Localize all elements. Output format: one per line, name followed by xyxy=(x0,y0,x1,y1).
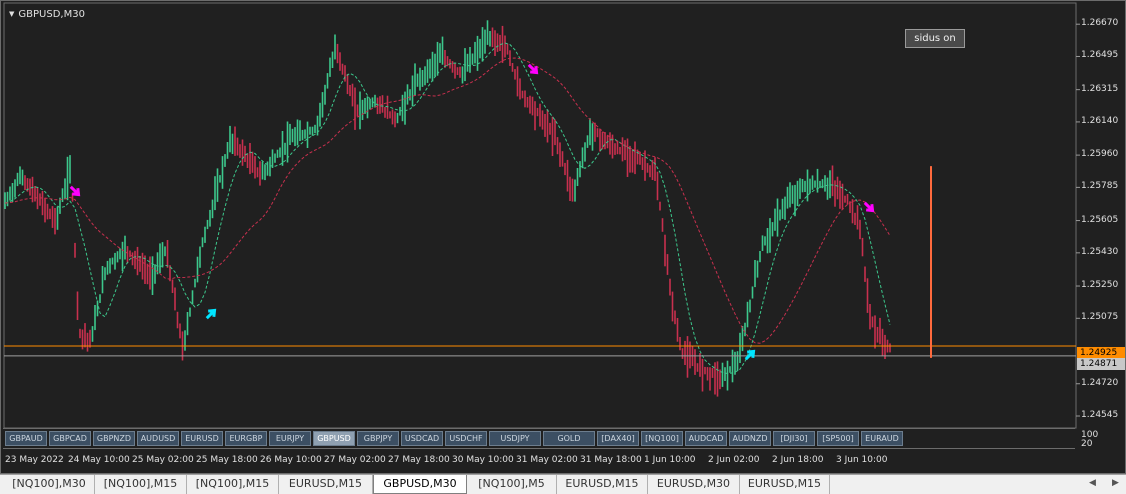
price-axis-label: 1.25250 xyxy=(1081,280,1119,291)
arrow-left-icon[interactable]: ◀ xyxy=(1089,478,1096,488)
symbol-button-gbpcad[interactable]: GBPCAD xyxy=(49,431,91,446)
symbol-button-bar: GBPAUD GBPCAD GBPNZD AUDUSD EURUSD EURGBP EURJ… xyxy=(5,431,905,446)
time-axis-label: 25 May 18:00 xyxy=(196,455,258,465)
symbol-button-usdchf[interactable]: USDCHF xyxy=(445,431,487,446)
chart-tab[interactable]: [NQ100],M15 xyxy=(187,475,279,494)
symbol-button-euraud[interactable]: EURAUD xyxy=(861,431,903,446)
chart-tab[interactable]: GBPUSD,M30 xyxy=(373,475,467,494)
price-axis-label: 1.25430 xyxy=(1081,246,1119,257)
chart-tab[interactable]: EURUSD,M15 xyxy=(740,475,830,494)
symbol-button-gold[interactable]: GOLD xyxy=(543,431,595,446)
time-axis-label: 27 May 02:00 xyxy=(324,455,386,465)
price-axis-label: 1.25605 xyxy=(1081,214,1119,225)
buy-signal-arrow xyxy=(205,308,217,320)
symbol-button-gbpusd[interactable]: GBPUSD xyxy=(313,431,355,446)
price-axis-label: 1.25075 xyxy=(1081,312,1119,323)
price-axis-label: 1.26495 xyxy=(1081,50,1119,61)
slow-ma-line xyxy=(4,57,891,344)
time-axis-label: 31 May 18:00 xyxy=(580,455,642,465)
symbol-button-eurjpy[interactable]: EURJPY xyxy=(269,431,311,446)
time-axis-label: 2 Jun 02:00 xyxy=(708,455,760,465)
symbol-button-gbpnzd[interactable]: GBPNZD xyxy=(93,431,135,446)
crosshair-price-tag: 1.24871 xyxy=(1077,358,1125,370)
chart-tab[interactable]: EURUSD,M15 xyxy=(557,475,648,494)
sidus-toggle-button[interactable]: sidus on xyxy=(905,29,965,48)
price-axis-label: 1.25785 xyxy=(1081,181,1119,192)
price-axis-label: 1.24720 xyxy=(1081,377,1119,388)
indicator-level-low: 20 xyxy=(1081,439,1093,449)
time-axis-label: 2 Jun 18:00 xyxy=(772,455,824,465)
chart-tab[interactable]: [NQ100],M5 xyxy=(467,475,557,494)
symbol-button-sp500[interactable]: [SP500] xyxy=(817,431,859,446)
time-axis-label: 3 Jun 10:00 xyxy=(836,455,888,465)
symbol-button-usdcad[interactable]: USDCAD xyxy=(401,431,443,446)
time-axis-label: 25 May 02:00 xyxy=(132,455,194,465)
triangle-down-icon[interactable]: ▼ xyxy=(9,10,14,18)
symbol-button-eurusd[interactable]: EURUSD xyxy=(181,431,223,446)
price-axis-label: 1.26670 xyxy=(1081,18,1119,29)
symbol-button-dax40[interactable]: [DAX40] xyxy=(597,431,639,446)
buy-signal-arrow xyxy=(744,349,756,361)
price-axis-label: 1.24545 xyxy=(1081,410,1119,420)
time-axis-label: 24 May 10:00 xyxy=(68,455,130,465)
symbol-button-eurgbp[interactable]: EURGBP xyxy=(225,431,267,446)
symbol-button-gbpjpy[interactable]: GBPJPY xyxy=(357,431,399,446)
plot-frame xyxy=(3,2,1077,429)
symbol-button-usdjpy[interactable]: USDJPY xyxy=(489,431,541,446)
chart-tab[interactable]: EURUSD,M30 xyxy=(648,475,740,494)
symbol-button-audnzd[interactable]: AUDNZD xyxy=(729,431,771,446)
symbol-button-dji30[interactable]: [DJI30] xyxy=(773,431,815,446)
price-axis-label: 1.26315 xyxy=(1081,83,1119,94)
time-axis-label: 30 May 10:00 xyxy=(452,455,514,465)
time-axis-label: 1 Jun 10:00 xyxy=(644,455,696,465)
chart-tab[interactable]: [NQ100],M30 xyxy=(4,475,95,494)
price-chart-svg[interactable] xyxy=(1,1,1125,475)
symbol-button-nq100[interactable]: [NQ100] xyxy=(641,431,683,446)
chart-tab[interactable]: [NQ100],M15 xyxy=(95,475,187,494)
time-axis-label: 31 May 02:00 xyxy=(516,455,578,465)
symbol-button-gbpaud[interactable]: GBPAUD xyxy=(5,431,47,446)
price-axis-label: 1.25960 xyxy=(1081,149,1119,160)
chart-window[interactable]: ▼ GBPUSD,M30 sidus on 1.26670 1.26495 1.263… xyxy=(0,0,1126,474)
time-axis-label: 27 May 18:00 xyxy=(388,455,450,465)
chart-title: ▼ GBPUSD,M30 xyxy=(9,9,85,20)
chart-tab-bar: [NQ100],M30 [NQ100],M15 [NQ100],M15 EURUSD,… xyxy=(0,474,1126,494)
symbol-button-audcad[interactable]: AUDCAD xyxy=(685,431,727,446)
sell-signal-arrow xyxy=(69,185,81,197)
subwindow-separator[interactable] xyxy=(3,428,1075,429)
time-axis-label: 26 May 10:00 xyxy=(260,455,322,465)
symbol-button-audusd[interactable]: AUDUSD xyxy=(137,431,179,446)
time-axis-label: 23 May 2022 xyxy=(5,455,64,465)
chart-tab[interactable]: EURUSD,M15 xyxy=(279,475,373,494)
time-axis: 23 May 2022 24 May 10:00 25 May 02:00 25 Ma… xyxy=(1,455,1077,469)
arrow-right-icon[interactable]: ▶ xyxy=(1112,478,1119,488)
subwindow-bottom-line xyxy=(3,448,1075,449)
chart-symbol-label: GBPUSD,M30 xyxy=(18,9,85,20)
price-axis-label: 1.26140 xyxy=(1081,115,1119,126)
